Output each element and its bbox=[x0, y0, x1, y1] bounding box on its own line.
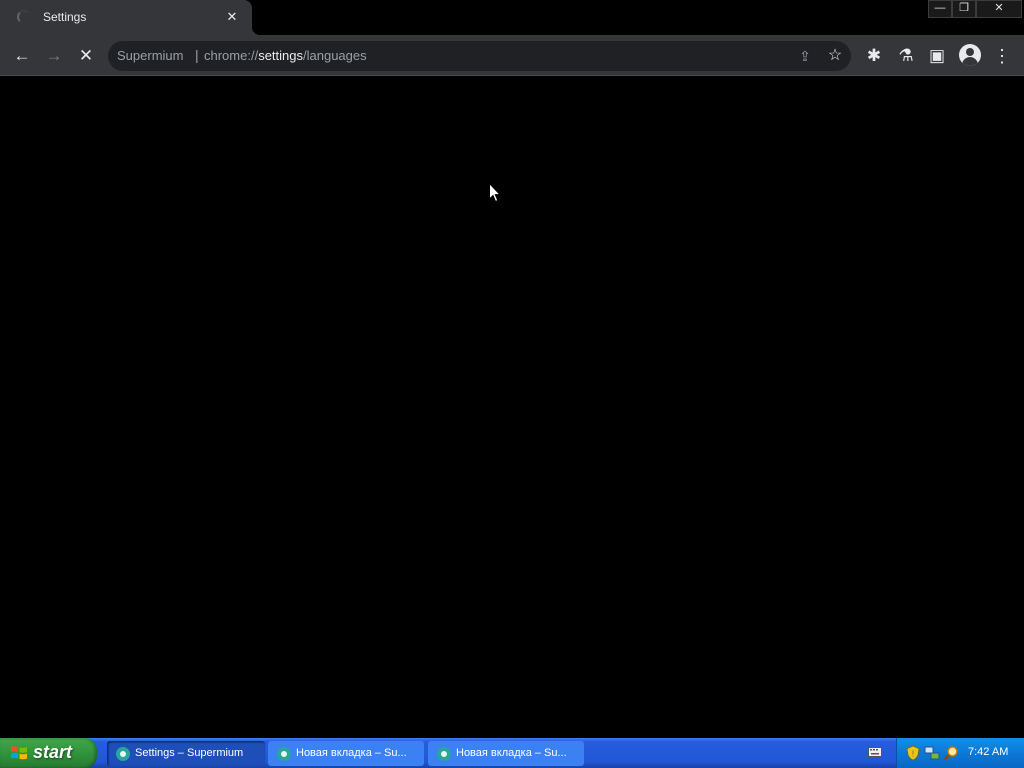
keyboard-layout-icon[interactable] bbox=[868, 746, 882, 758]
forward-arrow-icon[interactable]: → bbox=[41, 43, 67, 69]
omnibox-separator: | bbox=[195, 47, 199, 63]
tab-close-icon[interactable]: ✕ bbox=[224, 8, 240, 26]
svg-text:!: ! bbox=[912, 750, 914, 759]
url-path: /languages bbox=[303, 48, 367, 63]
network-icon[interactable] bbox=[924, 745, 940, 761]
browser-toolbar: ← → ✕ Supermium | chrome://settings/lang… bbox=[0, 35, 1024, 76]
security-shield-icon[interactable]: ! bbox=[905, 745, 921, 761]
taskbar-item-settings[interactable]: Settings – Supermium bbox=[107, 741, 265, 766]
taskbar-item-new-tab-2[interactable]: Новая вкладка – Su... bbox=[428, 741, 584, 766]
system-tray: ! 7:42 AM bbox=[896, 738, 1024, 768]
bookmark-star-icon[interactable]: ☆ bbox=[822, 43, 848, 69]
tab-settings[interactable]: Settings ✕ bbox=[0, 0, 260, 35]
page-content bbox=[0, 77, 1024, 738]
labs-flask-icon[interactable]: ⚗ bbox=[893, 43, 919, 69]
title-bar: Settings ✕ — ❐ ✕ bbox=[0, 0, 1024, 35]
url-host: settings bbox=[258, 48, 303, 63]
extensions-puzzle-icon[interactable]: ✱ bbox=[861, 43, 887, 69]
profile-avatar-icon[interactable] bbox=[959, 44, 981, 66]
url-scheme: chrome:// bbox=[204, 48, 259, 63]
side-panel-icon[interactable]: ▣ bbox=[924, 43, 950, 69]
minimize-button[interactable]: — bbox=[928, 0, 952, 18]
tab-title: Settings bbox=[43, 10, 87, 24]
search-magnifier-icon[interactable] bbox=[943, 745, 959, 761]
mouse-cursor-icon bbox=[489, 183, 501, 203]
share-icon[interactable]: ⇪ bbox=[792, 43, 818, 69]
close-window-button[interactable]: ✕ bbox=[976, 0, 1022, 18]
taskbar: start Settings – Supermium Новая вкладка… bbox=[0, 738, 1024, 768]
taskbar-item-new-tab-1[interactable]: Новая вкладка – Su... bbox=[268, 741, 424, 766]
supermium-app-icon bbox=[116, 747, 130, 761]
avatar-head bbox=[966, 48, 974, 56]
supermium-app-icon bbox=[277, 747, 291, 761]
clock[interactable]: 7:42 AM bbox=[968, 746, 1008, 758]
supermium-app-icon bbox=[437, 747, 451, 761]
taskbar-item-label: Новая вкладка – Su... bbox=[296, 747, 407, 759]
url-text: chrome://settings/languages bbox=[204, 48, 367, 63]
avatar-body bbox=[962, 57, 978, 66]
taskbar-item-label: Settings – Supermium bbox=[135, 747, 244, 759]
more-menu-icon[interactable]: ⋮ bbox=[989, 43, 1015, 69]
taskbar-item-label: Новая вкладка – Su... bbox=[456, 747, 567, 759]
restore-button[interactable]: ❐ bbox=[952, 0, 976, 18]
windows-logo-icon bbox=[11, 746, 27, 760]
back-arrow-icon[interactable]: ← bbox=[9, 43, 35, 69]
address-bar[interactable]: Supermium | chrome://settings/languages … bbox=[108, 41, 851, 71]
loading-spinner-icon bbox=[17, 10, 31, 24]
start-label: start bbox=[33, 742, 73, 762]
start-button[interactable]: start bbox=[0, 738, 97, 768]
stop-loading-icon[interactable]: ✕ bbox=[73, 43, 99, 69]
site-chip: Supermium bbox=[117, 48, 184, 63]
